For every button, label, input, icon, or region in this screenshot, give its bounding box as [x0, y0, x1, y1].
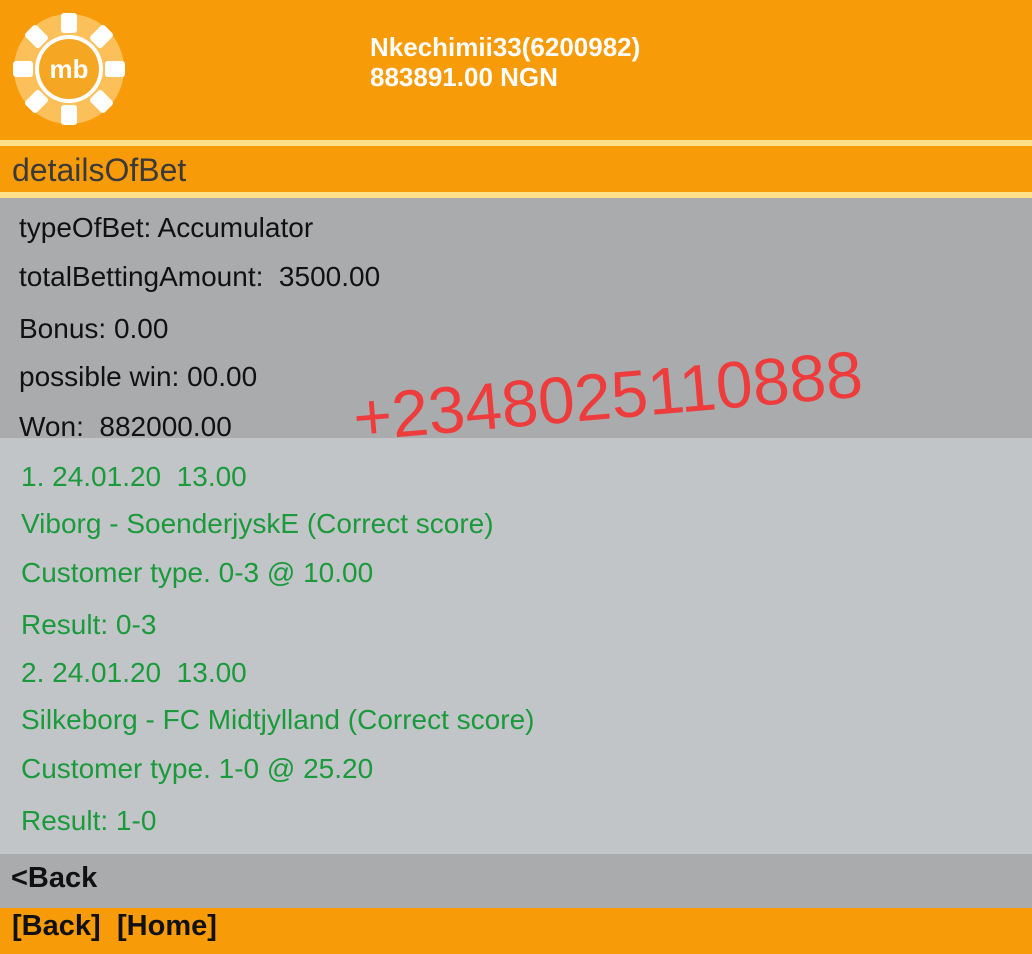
account-info: Nkechimii33(6200982) 883891.00 NGN [370, 32, 640, 92]
back-link[interactable]: <Back [11, 862, 97, 895]
selection-pick: Customer type. 1-0 @ 25.20 [21, 753, 374, 784]
page-title: detailsOfBet [12, 152, 187, 188]
bet-selections: 1. 24.01.20 13.00 Viborg - SoenderjyskE … [0, 438, 1032, 854]
selection-result: Result: 1-0 [21, 805, 157, 836]
logo-text: mb [50, 54, 89, 84]
footer-nav: [Back] [Home] [0, 908, 1032, 954]
possible-win: possible win: 00.00 [19, 361, 258, 392]
type-of-bet: typeOfBet: Accumulator [19, 212, 314, 243]
mb-logo[interactable]: mb [12, 12, 126, 126]
page-title-bar: detailsOfBet [0, 146, 1032, 192]
account-balance: 883891.00 NGN [370, 62, 558, 92]
total-betting-amount: totalBettingAmount: 3500.00 [19, 261, 381, 292]
selection-date: 2. 24.01.20 13.00 [21, 657, 247, 688]
back-bar: <Back [0, 854, 1032, 908]
selection-pick: Customer type. 0-3 @ 10.00 [21, 557, 374, 588]
selection-match: Silkeborg - FC Midtjylland (Correct scor… [21, 704, 535, 735]
selection-match: Viborg - SoenderjyskE (Correct score) [21, 508, 494, 539]
bonus: Bonus: 0.00 [19, 313, 169, 344]
account-name: Nkechimii33(6200982) [370, 32, 641, 62]
selection-date: 1. 24.01.20 13.00 [21, 461, 247, 492]
footer-home-link[interactable]: [Home] [117, 910, 217, 943]
selection-result: Result: 0-3 [21, 609, 157, 640]
footer-back-link[interactable]: [Back] [12, 910, 101, 943]
header-bar: mb Nkechimii33(6200982) 883891.00 NGN [0, 0, 1032, 140]
